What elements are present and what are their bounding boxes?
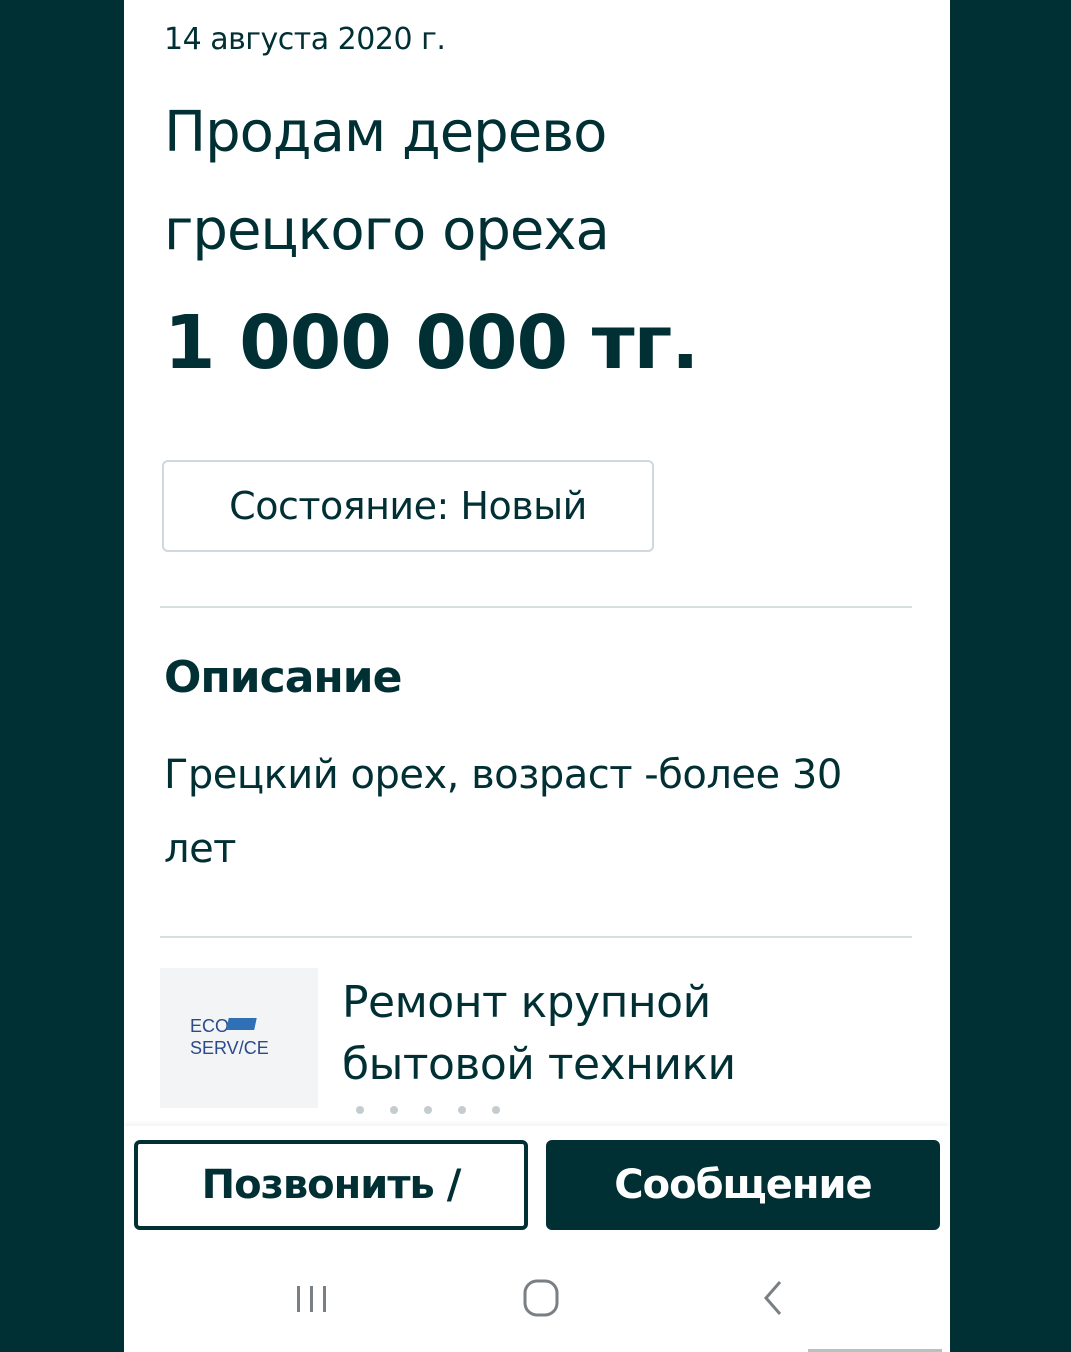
description-text: Грецкий орех, возраст -более 30 лет [164, 752, 842, 872]
back-icon[interactable] [754, 1276, 794, 1324]
action-bar: Позвонить / Сообщение [124, 1126, 950, 1246]
divider [160, 936, 912, 938]
listing-title: Продам дерево грецкого ореха [164, 100, 610, 263]
condition-tag[interactable]: Состояние: Новый [162, 460, 654, 552]
listing-date: 14 августа 2020 г. [164, 22, 446, 57]
ad-logo: ECO SERV/CE [160, 968, 318, 1108]
description-heading: Описание [164, 652, 402, 703]
ad-title[interactable]: Ремонт крупной бытовой техники [342, 972, 862, 1096]
ad-banner[interactable]: ECO SERV/CE Ремонт крупной бытовой техни… [160, 968, 920, 1118]
call-button[interactable]: Позвонить / [134, 1140, 528, 1230]
message-button[interactable]: Сообщение [546, 1140, 940, 1230]
logo-text-bottom: SERV/CE [190, 1038, 269, 1058]
divider [160, 606, 912, 608]
phone-screen: 14 августа 2020 г. Продам дерево грецког… [124, 0, 950, 1352]
ad-rating-placeholder [356, 1106, 500, 1114]
listing-price: 1 000 000 тг. [164, 300, 699, 386]
system-navigation-bar [124, 1246, 950, 1352]
recent-apps-icon[interactable] [292, 1276, 332, 1324]
logo-text-top: ECO [190, 1016, 229, 1036]
eco-service-logo-icon: ECO SERV/CE [190, 1016, 269, 1058]
home-icon[interactable] [520, 1276, 564, 1324]
